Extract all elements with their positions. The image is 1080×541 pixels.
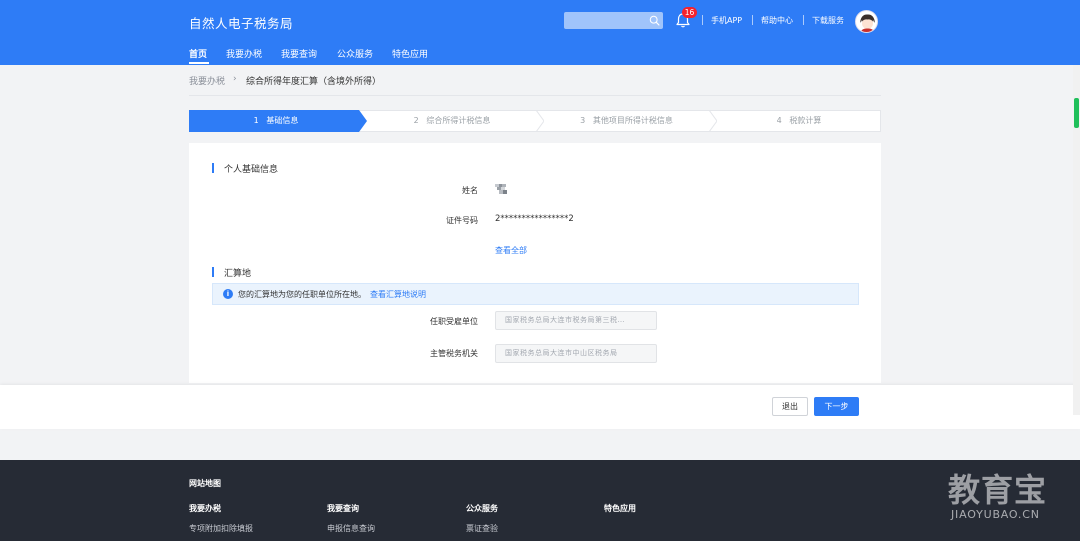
footer-link-declaration-query[interactable]: 申报信息查询 [327,523,375,534]
nav-public-service[interactable]: 公众服务 [337,47,373,60]
step-1-number: 1 [253,116,259,125]
footer-col-query: 我要查询 [327,504,359,513]
step-4-number: 4 [776,116,782,125]
footer-col-public-service: 公众服务 [466,504,498,513]
id-number-label: 证件号码 [446,216,478,225]
footer: 网站地图 我要办税 我要查询 公众服务 特色应用 专项附加扣除填报 申报信息查询… [0,460,1080,541]
top-header: 自然人电子税务局 16 手机APP 帮助中心 下载服务 首页 我要办税 我要查询… [0,0,1080,65]
download-service-link[interactable]: 下载服务 [812,15,844,26]
search-icon[interactable] [648,14,661,27]
name-label: 姓名 [462,186,478,195]
settlement-notice: i 您的汇算地为您的任职单位所在地。 查看汇算地说明 [212,283,859,305]
avatar-icon [856,11,877,32]
step-2: 2 综合所得计税信息 [368,111,536,131]
breadcrumb-parent[interactable]: 我要办税 [189,74,225,87]
sitemap-title: 网站地图 [189,479,221,488]
breadcrumb-divider [189,95,881,96]
footer-col-featured-apps: 特色应用 [604,504,636,513]
header-divider [702,15,703,25]
nav-active-indicator [189,62,209,64]
step-progress: 1 基础信息 2 综合所得计税信息 3 其他项目所得计税信息 4 税款计算 [189,110,881,132]
step-1-label: 基础信息 [266,116,299,125]
personal-info-title: 个人基础信息 [212,162,278,175]
search-input[interactable] [568,14,648,27]
step-4: 4 税款计算 [717,111,881,131]
scrollbar-thumb[interactable] [1074,98,1079,128]
header-divider [803,15,804,25]
mobile-app-link[interactable]: 手机APP [711,15,742,26]
step-3-number: 3 [580,116,586,125]
info-icon: i [223,289,233,299]
footer-link-special-deduction[interactable]: 专项附加扣除填报 [189,523,253,534]
step-2-label: 综合所得计税信息 [426,116,491,125]
nav-query[interactable]: 我要查询 [281,47,317,60]
site-title[interactable]: 自然人电子税务局 [189,13,293,32]
footer-col-tax-handling: 我要办税 [189,504,221,513]
watermark-en: JIAOYUBAO.CN [951,508,1040,521]
step-3-label: 其他项目所得计税信息 [592,116,673,125]
step-3: 3 其他项目所得计税信息 [544,111,709,131]
nav-tax-handling[interactable]: 我要办税 [226,47,262,60]
employer-field[interactable]: 国家税务总局大连市税务局第三税… [495,311,657,330]
step-divider-arrow [536,110,544,132]
step-2-number: 2 [413,116,419,125]
step-divider-arrow [709,110,717,132]
notification-badge: 16 [682,7,697,18]
step-1: 1 基础信息 [190,111,362,131]
step-4-label: 税款计算 [789,116,822,125]
id-number-value: 2****************2 [495,214,574,224]
watermark-cn: 教育宝 [948,471,1048,509]
tax-office-label: 主管税务机关 [430,349,478,358]
settlement-explanation-link[interactable]: 查看汇算地说明 [370,289,426,300]
footer-link-ticket-check[interactable]: 票证查验 [466,523,498,534]
exit-button[interactable]: 退出 [772,397,808,416]
header-divider [752,15,753,25]
notice-text: 您的汇算地为您的任职单位所在地。 [238,290,366,299]
user-avatar[interactable] [855,10,878,33]
nav-home[interactable]: 首页 [189,47,207,60]
breadcrumb-separator: › [233,74,237,84]
view-all-link[interactable]: 查看全部 [495,245,527,256]
help-center-link[interactable]: 帮助中心 [761,15,793,26]
search-box[interactable] [564,12,663,29]
settlement-location-title: 汇算地 [212,266,251,279]
nav-featured-apps[interactable]: 特色应用 [392,47,428,60]
action-bar: 退出 下一步 [0,385,1080,429]
tax-office-field[interactable]: 国家税务总局大连市中山区税务局 [495,344,657,363]
employer-label: 任职受雇单位 [430,317,478,326]
breadcrumb-current: 综合所得年度汇算（含境外所得） [246,77,382,87]
name-mask-icon [495,184,507,194]
next-step-button[interactable]: 下一步 [814,397,859,416]
